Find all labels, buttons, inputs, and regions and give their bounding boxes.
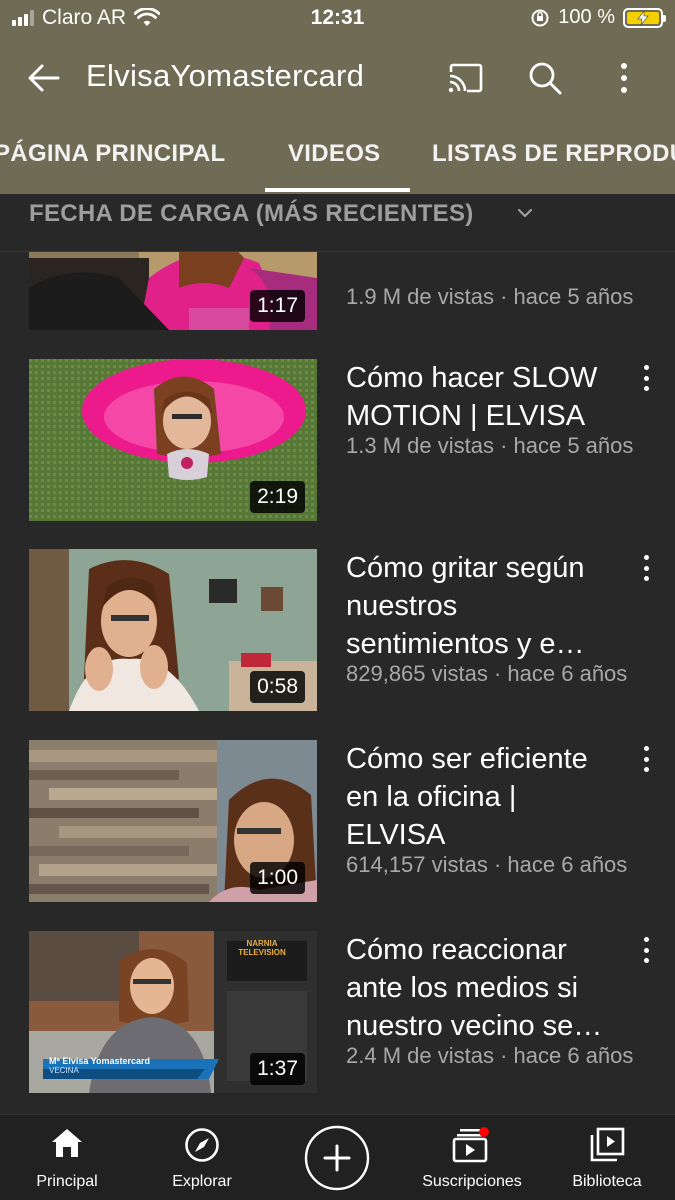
status-bar: Claro AR 12:31 100 % [0,0,675,40]
channel-title: ElvisaYomastercard [86,58,365,93]
channel-tabs: PÁGINA PRINCIPAL VIDEOS LISTAS DE REPROD… [0,118,675,194]
lower-third-name: Mª Elvisa Yomastercard [49,1056,151,1066]
video-meta: 1.3 M de vistas · hace 5 años [346,433,634,458]
video-thumbnail[interactable]: Mª Elvisa Yomastercard VECINA NARNIA TEL… [29,931,317,1093]
more-vert-icon[interactable] [636,744,656,774]
compass-icon [185,1128,219,1162]
lower-third-role: VECINA [49,1066,79,1075]
video-row[interactable]: 1:00 Cómo ser eficiente en la oficina | … [0,740,675,902]
status-left: Claro AR [12,6,161,30]
subscriptions-icon [452,1127,489,1163]
video-row[interactable]: 0:58 Cómo gritar según nuestros sentimie… [0,549,675,711]
video-title[interactable]: Cómo ser eficiente en la oficina | ELVIS… [346,740,621,854]
video-thumbnail[interactable]: 0:58 [29,549,317,711]
nav-create[interactable] [287,1115,387,1200]
sort-label: FECHA DE CARGA (MÁS RECIENTES) [29,200,474,227]
duration-badge: 1:37 [250,1053,305,1085]
more-vert-icon[interactable] [636,553,656,583]
active-tab-indicator [265,188,410,192]
video-meta: 1.9 M de vistas · hace 5 años [346,284,634,309]
more-vert-icon[interactable] [636,363,656,393]
nav-label: Suscripciones [422,1173,522,1190]
more-vert-icon[interactable] [602,56,646,100]
video-thumbnail[interactable]: 1:17 [29,252,317,330]
video-title[interactable]: Cómo gritar según nuestros sentimientos … [346,549,621,663]
nav-label: Explorar [172,1173,232,1190]
battery-percent: 100 % [558,6,615,28]
video-thumbnail[interactable]: 1:00 [29,740,317,902]
orientation-lock-icon [531,9,549,26]
create-plus-icon [304,1125,370,1191]
video-title[interactable]: Cómo reaccionar ante los medios si nuest… [346,931,621,1045]
nav-subscriptions[interactable]: Suscripciones [412,1115,532,1200]
nav-home[interactable]: Principal [17,1115,117,1200]
video-meta: 614,157 vistas · hace 6 años [346,852,628,877]
back-arrow-icon[interactable] [22,56,66,100]
duration-badge: 0:58 [250,671,305,703]
sort-menu[interactable]: FECHA DE CARGA (MÁS RECIENTES) [0,194,675,252]
battery-icon [623,7,666,28]
wifi-icon [134,8,161,26]
duration-badge: 1:17 [250,290,305,322]
video-row[interactable]: 1:17 1.9 M de vistas · hace 5 años [0,252,675,330]
status-right: 100 % [530,6,666,29]
video-thumbnail[interactable]: 2:19 [29,359,317,521]
video-row[interactable]: Mª Elvisa Yomastercard VECINA NARNIA TEL… [0,931,675,1093]
video-row[interactable]: 2:19 Cómo hacer SLOW MOTION | ELVISA 1.3… [0,359,675,521]
cast-icon[interactable] [443,56,487,100]
nav-label: Biblioteca [572,1173,642,1190]
nav-library[interactable]: Biblioteca [557,1115,657,1200]
library-icon [590,1127,625,1162]
signal-icon [12,10,34,26]
video-meta: 829,865 vistas · hace 6 años [346,661,628,686]
video-meta: 2.4 M de vistas · hace 6 años [346,1043,634,1068]
duration-badge: 1:00 [250,862,305,894]
more-vert-icon[interactable] [636,935,656,965]
channel-app-bar: ElvisaYomastercard [0,40,675,118]
home-icon [52,1129,82,1157]
carrier-name: Claro AR [42,6,127,29]
chevron-down-icon [517,208,533,218]
tab-home[interactable]: PÁGINA PRINCIPAL [0,140,225,168]
duration-badge: 2:19 [250,481,305,513]
tab-videos[interactable]: VIDEOS [288,140,381,168]
bottom-navigation: Principal Explorar Suscripciones Bibliot… [0,1114,675,1200]
search-icon[interactable] [523,56,567,100]
nav-label: Principal [36,1173,98,1190]
tv-sign: NARNIA TELEVISION [238,939,286,957]
nav-explore[interactable]: Explorar [152,1115,252,1200]
video-title[interactable]: Cómo hacer SLOW MOTION | ELVISA [346,359,621,435]
video-list: 1:17 1.9 M de vistas · hace 5 años 2:19 … [0,252,675,1114]
tab-playlists[interactable]: LISTAS DE REPRODUCCIÓN [432,140,675,168]
